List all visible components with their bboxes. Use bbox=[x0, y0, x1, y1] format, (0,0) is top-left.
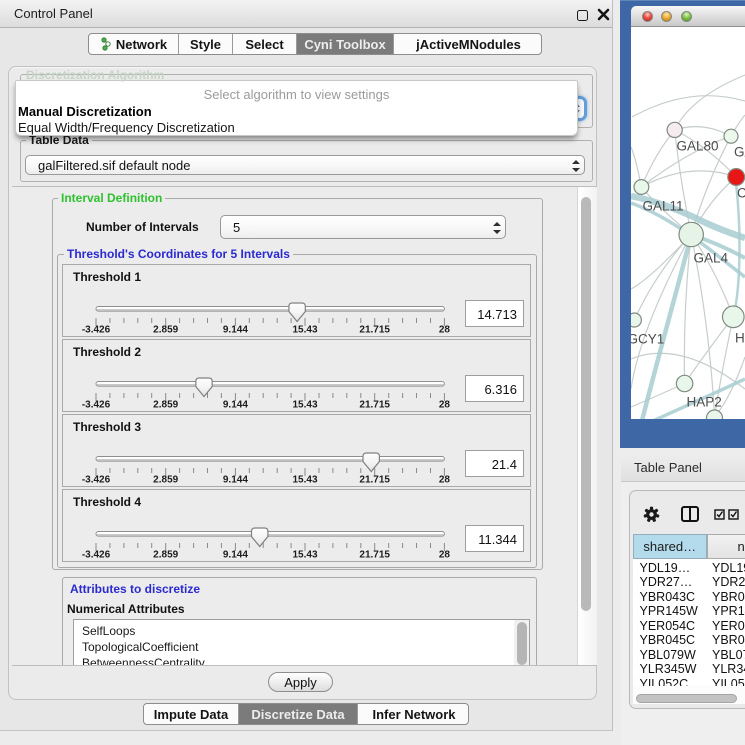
svg-text:2.859: 2.859 bbox=[153, 550, 178, 561]
svg-text:21.715: 21.715 bbox=[359, 325, 390, 336]
svg-text:9.144: 9.144 bbox=[223, 550, 248, 561]
svg-text:28: 28 bbox=[439, 325, 451, 336]
svg-text:15.43: 15.43 bbox=[292, 400, 317, 411]
svg-text:HI: HI bbox=[735, 331, 745, 346]
svg-text:-3.426: -3.426 bbox=[82, 475, 111, 486]
svg-text:9.144: 9.144 bbox=[223, 325, 248, 336]
svg-text:GCY1: GCY1 bbox=[631, 332, 664, 347]
svg-text:-3.426: -3.426 bbox=[82, 400, 111, 411]
svg-text:2.859: 2.859 bbox=[153, 325, 178, 336]
svg-text:2.859: 2.859 bbox=[153, 400, 178, 411]
svg-text:GAL11: GAL11 bbox=[643, 199, 684, 214]
svg-text:21.715: 21.715 bbox=[359, 400, 390, 411]
svg-text:-3.426: -3.426 bbox=[82, 325, 111, 336]
svg-text:28: 28 bbox=[439, 550, 451, 561]
svg-text:9.144: 9.144 bbox=[223, 400, 248, 411]
svg-text:15.43: 15.43 bbox=[292, 475, 317, 486]
svg-text:GAL80: GAL80 bbox=[677, 139, 719, 154]
svg-text:28: 28 bbox=[439, 475, 451, 486]
svg-text:CY: CY bbox=[737, 186, 745, 201]
svg-text:-3.426: -3.426 bbox=[82, 550, 111, 561]
svg-text:15.43: 15.43 bbox=[292, 325, 317, 336]
svg-text:GAL4: GAL4 bbox=[694, 251, 729, 266]
svg-text:9.144: 9.144 bbox=[223, 475, 248, 486]
svg-text:21.715: 21.715 bbox=[359, 550, 390, 561]
svg-text:HAP2: HAP2 bbox=[687, 395, 722, 410]
svg-text:21.715: 21.715 bbox=[359, 475, 390, 486]
svg-text:15.43: 15.43 bbox=[292, 550, 317, 561]
svg-text:28: 28 bbox=[439, 400, 451, 411]
svg-text:2.859: 2.859 bbox=[153, 475, 178, 486]
svg-text:GA: GA bbox=[734, 145, 745, 160]
